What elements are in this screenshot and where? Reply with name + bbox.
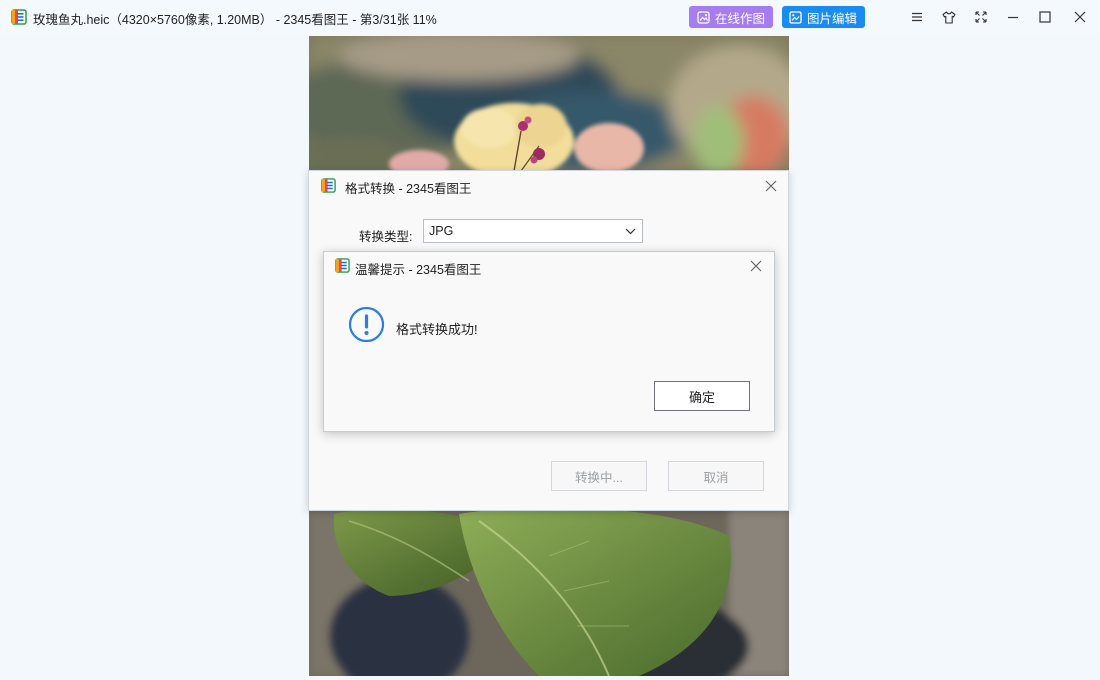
fullscreen-button[interactable] [969,5,993,29]
window-title: 玫瑰鱼丸.heic（4320×5760像素, 1.20MB） - 2345看图王… [33,13,437,27]
minimize-icon [1008,16,1018,19]
dialog-title: 温馨提示 - 2345看图王 [355,263,482,277]
close-icon[interactable] [763,178,779,194]
converting-button[interactable]: 转换中... [551,461,647,491]
minimize-button[interactable] [1001,5,1025,29]
image-edit-button[interactable]: 图片编辑 [782,6,865,28]
maximize-button[interactable] [1033,5,1057,29]
online-draw-button[interactable]: 在线作图 [689,6,773,28]
menu-button[interactable] [905,5,929,29]
chevron-down-icon [625,228,636,235]
app-logo-icon [11,9,27,25]
convert-type-label: 转换类型: [359,230,413,244]
tip-dialog: 温馨提示 - 2345看图王 格式转换成功! 确定 [323,251,775,432]
convert-type-select[interactable]: JPG [423,219,643,243]
online-draw-icon [697,10,710,24]
info-icon [348,306,385,343]
fullscreen-icon [975,11,987,23]
app-logo-icon [335,258,350,273]
app-logo-icon [321,178,336,193]
convert-type-value: JPG [429,224,454,238]
close-icon [1074,11,1086,23]
dialog-title: 格式转换 - 2345看图王 [345,182,472,196]
close-icon[interactable] [748,258,764,274]
skin-button[interactable] [937,5,961,29]
tip-message: 格式转换成功! [396,322,478,337]
online-draw-label: 在线作图 [715,11,766,26]
skin-icon [942,10,956,24]
image-edit-label: 图片编辑 [807,11,858,26]
maximize-icon [1039,11,1051,23]
cancel-button[interactable]: 取消 [668,461,764,491]
close-button[interactable] [1068,5,1092,29]
title-bar: 玫瑰鱼丸.heic（4320×5760像素, 1.20MB） - 2345看图王… [0,0,1100,34]
menu-icon [912,12,922,22]
ok-button[interactable]: 确定 [654,381,750,411]
image-edit-icon [789,10,802,24]
